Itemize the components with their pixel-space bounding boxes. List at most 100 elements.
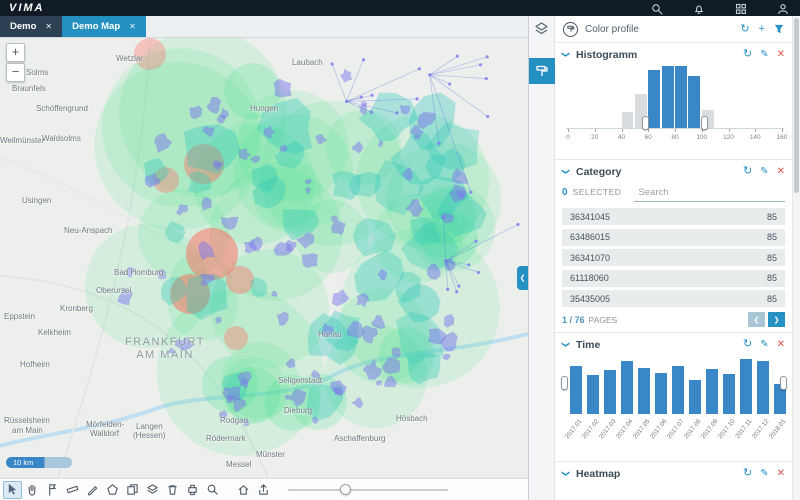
edit-icon[interactable]: ✎ [760,49,768,60]
histogram-bar [648,70,661,128]
app-window: VIMA Demo ✕ Demo Map ✕ Wetzlar Solms Brau [0,0,800,500]
zoom-in-button[interactable]: + [6,43,25,62]
histogram-panel: ❯ Histogramm ↻ ✎ ✕ 0 20 40 60 80 100 120 140 160 [555,43,792,160]
refresh-icon[interactable]: ↻ [740,23,749,35]
axis-tick [728,129,730,132]
map-city-label: Hanau [318,330,342,339]
notifications-icon[interactable] [693,2,705,14]
scrollbar-thumb[interactable] [794,18,799,193]
export-tool[interactable] [254,481,273,499]
opacity-slider[interactable] [288,483,448,495]
axis-tick [782,129,783,132]
tab-close-icon[interactable]: ✕ [45,22,52,31]
chevron-down-icon[interactable]: ❯ [562,470,571,478]
layers-tool[interactable] [143,481,162,499]
selected-label: SELECTED [572,187,622,197]
panel-collapse-handle[interactable]: ❮ [517,266,528,290]
edit-icon[interactable]: ✎ [760,166,768,177]
tab-bar: Demo ✕ Demo Map ✕ [0,16,528,38]
axis-tick [621,129,623,132]
user-icon[interactable] [777,2,789,15]
map-city-label: Seligenstadt [278,376,323,385]
map-city-label: Kronberg [60,304,93,313]
trash-tool[interactable] [163,481,182,499]
map-city-label: Solms [26,68,49,77]
category-row[interactable]: 36341070 85 [562,249,785,266]
tab-close-icon[interactable]: ✕ [129,22,136,31]
topbar-icons [651,2,789,15]
histogram-slider-handle-left[interactable] [642,116,650,130]
category-search-input[interactable] [634,186,785,202]
chevron-down-icon[interactable]: ❯ [562,168,571,176]
category-value: 85 [766,252,777,263]
sidebar-scrollbar[interactable] [792,16,800,500]
opacity-slider-knob[interactable] [340,483,351,495]
prev-page-button[interactable]: ❮ [748,312,765,327]
category-value: 85 [766,232,777,242]
category-row[interactable]: 63486015 85 [562,228,785,246]
axis-tick-label: 80 [671,134,679,141]
home-tool[interactable] [234,481,253,499]
tab-demo[interactable]: Demo ✕ [0,16,63,37]
category-row[interactable]: 35435005 85 [562,290,785,307]
print-tool[interactable] [183,481,202,499]
next-page-button[interactable]: ❯ [768,312,785,327]
refresh-icon[interactable]: ↻ [743,49,752,60]
category-value: 85 [766,273,777,283]
map-city-label: Dieburg [284,406,313,415]
apps-grid-icon[interactable] [735,2,747,14]
category-pagination: 1 / 76 PAGES ❮ ❯ [562,312,785,327]
close-icon[interactable]: ✕ [777,468,785,479]
map-canvas[interactable]: Wetzlar Solms Braunfels Schöffengrund Weilmü… [0,38,528,478]
close-icon[interactable]: ✕ [777,339,785,350]
category-panel-header: ❯ Category ↻ ✎ ✕ [562,160,786,183]
axis-tick-label: 100 [696,134,708,141]
time-bar [672,366,684,414]
time-slider-handle-left[interactable] [561,376,568,390]
close-icon[interactable]: ✕ [777,166,785,177]
zoom-out-button[interactable]: − [6,63,25,82]
category-rows: 36341045 85 63486015 85 36341070 85 61118060 85… [562,208,785,307]
color-profile-title: Color profile [585,23,639,35]
time-slider-handle-right[interactable] [780,376,787,390]
time-bar [757,361,769,414]
edit-icon[interactable]: ✎ [760,468,768,479]
axis-tick-label: 60 [644,134,652,141]
histogram-bar [688,76,701,128]
refresh-icon[interactable]: ↻ [743,339,752,350]
category-id: 36341070 [570,252,611,263]
filter-icon[interactable] [774,24,784,34]
chevron-down-icon[interactable]: ❯ [562,51,571,59]
map-city-label: Wetzlar [116,54,143,63]
axis-tick-label: 0 [566,134,570,141]
draw-tool[interactable] [83,481,102,499]
add-icon[interactable]: + [759,23,765,35]
refresh-icon[interactable]: ↻ [743,468,752,479]
time-panel-header: ❯ Time ↻ ✎ ✕ [562,333,786,356]
paint-roller-button[interactable] [528,58,555,84]
measure-tool[interactable] [63,481,82,499]
search-icon[interactable] [651,2,663,15]
histogram-bar [661,66,674,128]
edit-icon[interactable]: ✎ [760,339,768,350]
map-city-label: Braunfels [12,84,46,93]
shape-tool[interactable] [103,481,122,499]
close-icon[interactable]: ✕ [777,49,785,60]
tab-demo-map[interactable]: Demo Map ✕ [62,16,146,37]
refresh-icon[interactable]: ↻ [743,166,752,177]
category-row[interactable]: 36341045 85 [562,208,785,225]
map-city-label: Mörfelden- [86,420,125,429]
route-tool[interactable] [43,481,62,499]
select-tool[interactable] [3,480,22,499]
map-city-label: Rödermark [206,434,246,443]
histogram-slider-handle-right[interactable] [700,116,708,130]
time-bar [621,361,633,414]
pan-tool[interactable] [23,481,42,499]
chevron-down-icon[interactable]: ❯ [562,341,571,349]
zoom-tool[interactable] [203,481,222,499]
layers-icon[interactable] [534,21,549,41]
category-row[interactable]: 61118060 85 [562,269,785,287]
map-city-label: Hungen [250,104,279,113]
copy-tool[interactable] [123,481,142,499]
map-city-label: am Main [12,426,43,435]
